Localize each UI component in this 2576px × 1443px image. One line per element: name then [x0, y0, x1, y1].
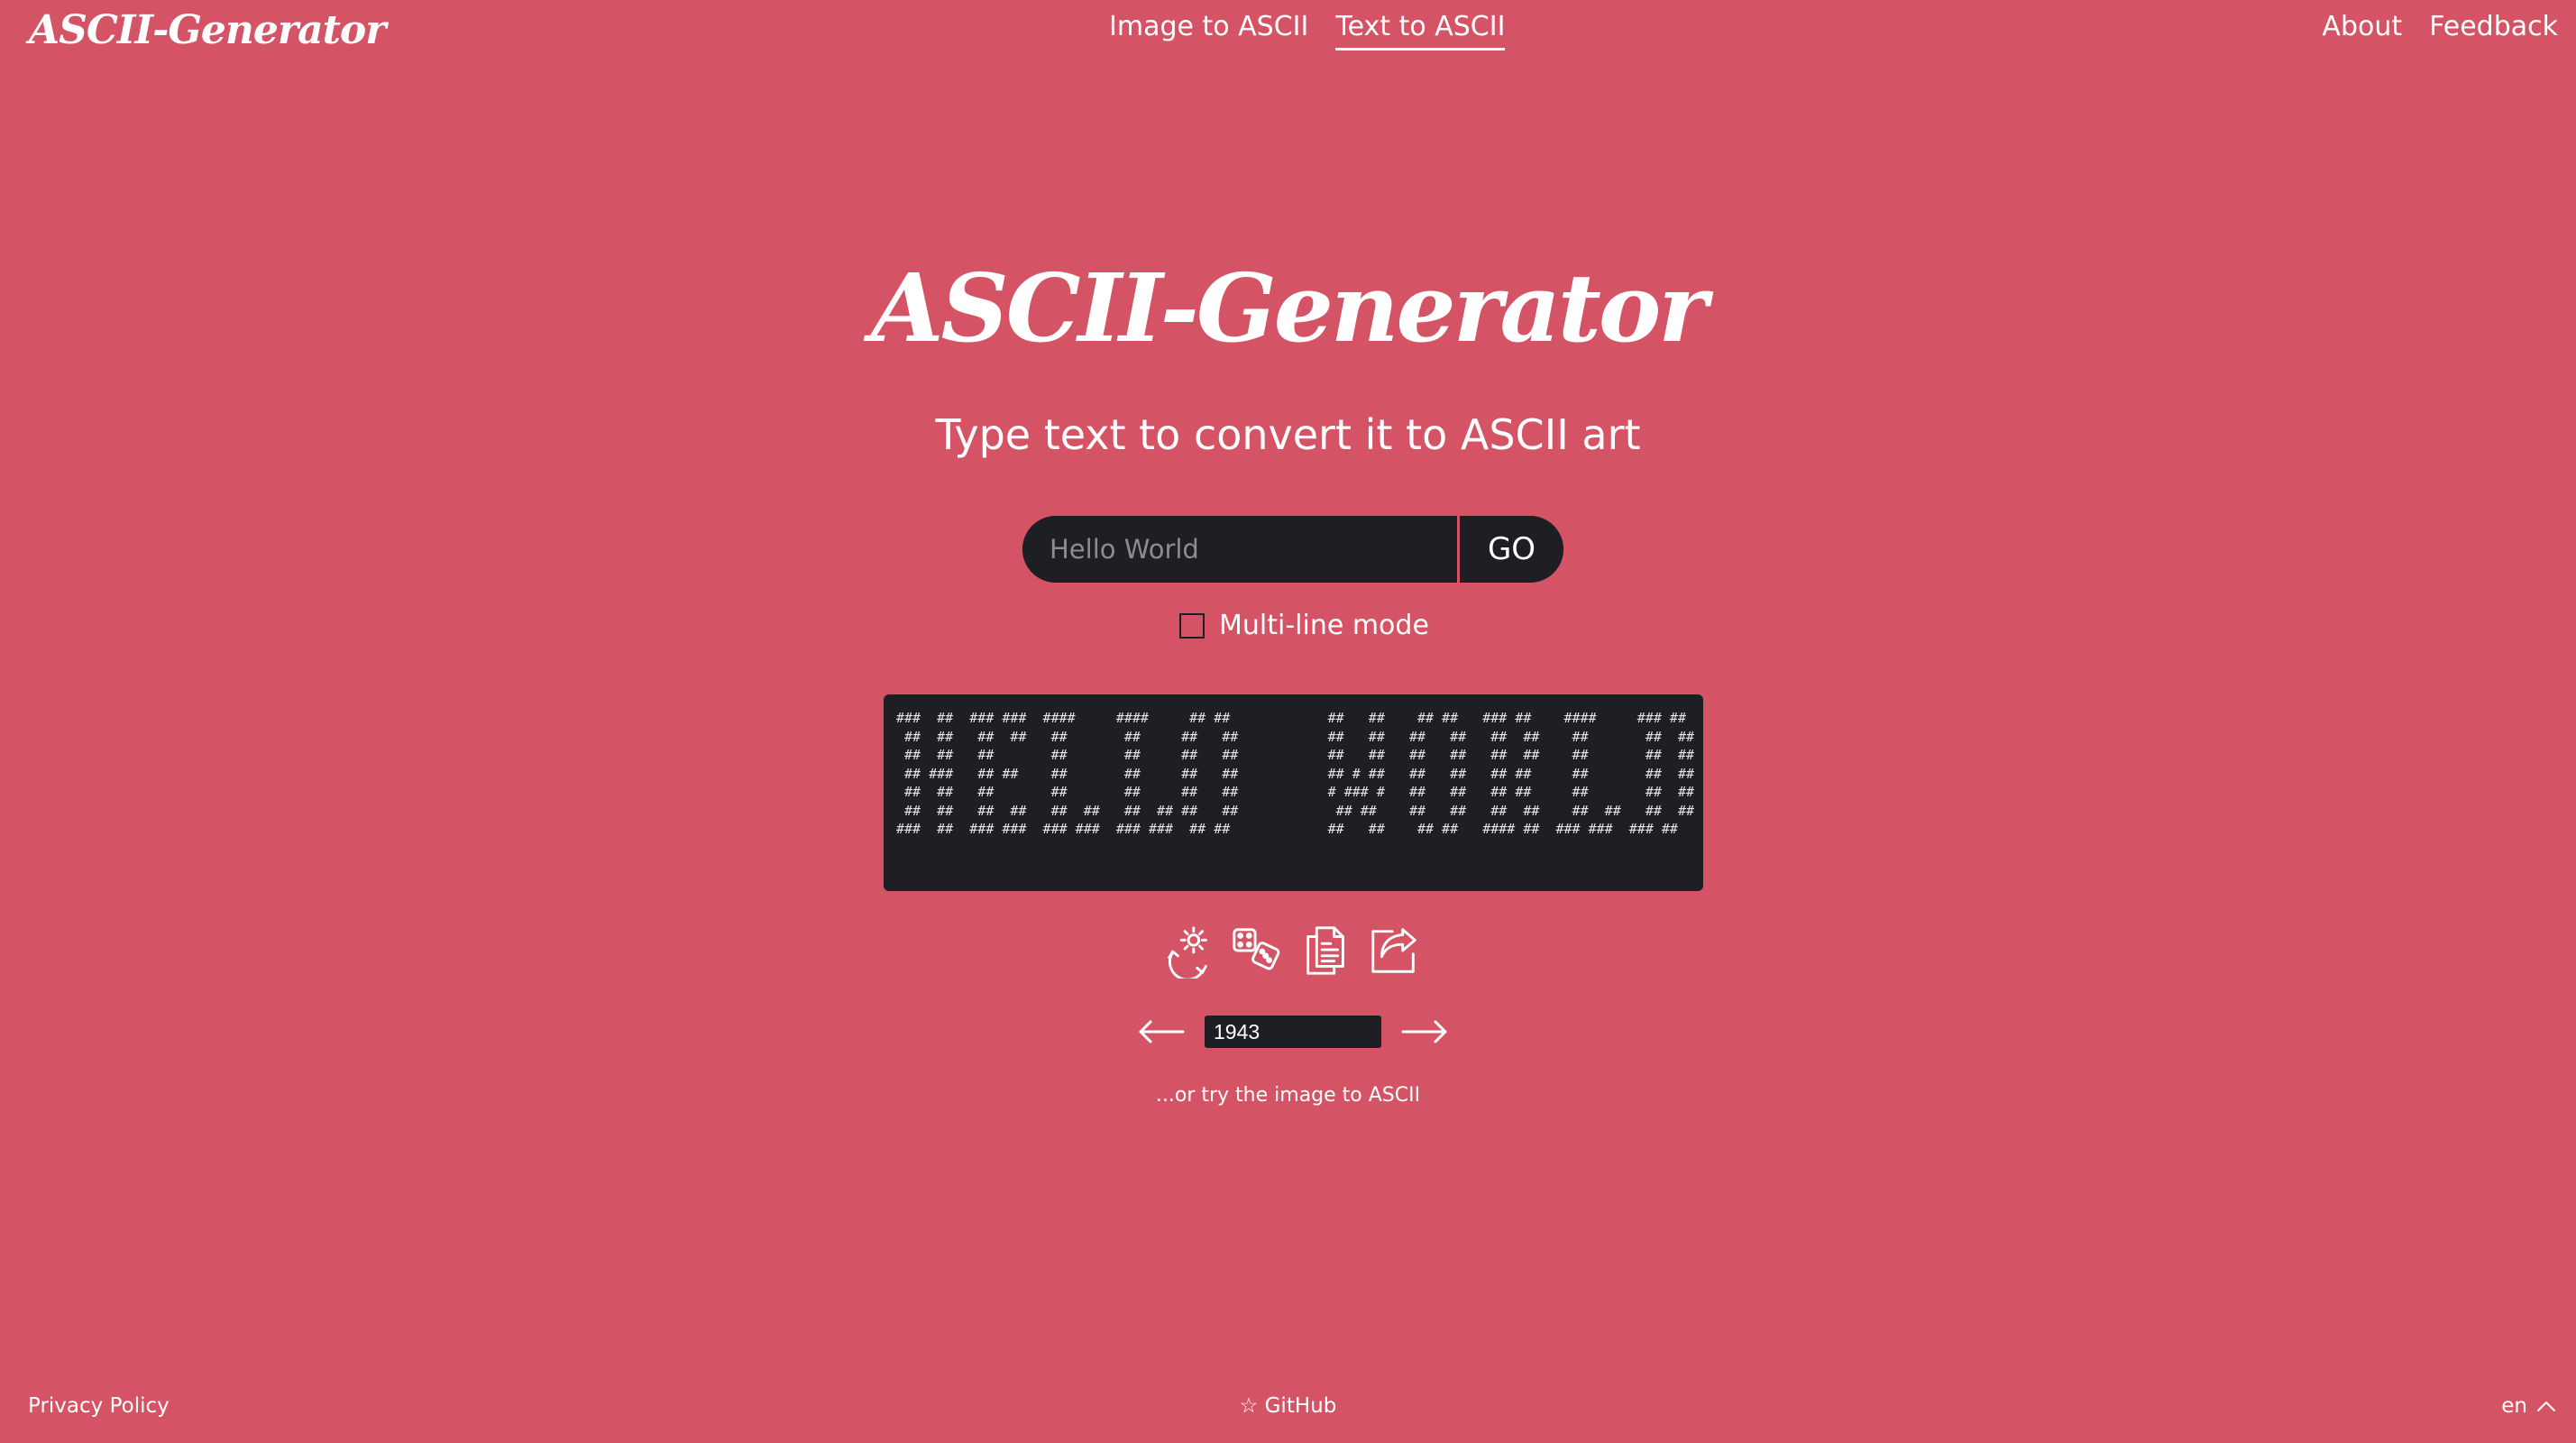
- multiline-checkbox[interactable]: [1179, 612, 1205, 639]
- nav-text-to-ascii[interactable]: Text to ASCII: [1335, 11, 1506, 51]
- multiline-toggle[interactable]: Multi-line mode: [1179, 610, 1429, 641]
- arrow-right-icon: [1401, 1020, 1447, 1043]
- text-input[interactable]: [1022, 516, 1457, 583]
- copy-icon: [1306, 926, 1344, 975]
- language-selector[interactable]: en: [2501, 1394, 2556, 1418]
- settings-icon: [1168, 926, 1207, 979]
- page-subtitle: Type text to convert it to ASCII art: [935, 410, 1641, 459]
- multiline-label: Multi-line mode: [1219, 610, 1429, 641]
- try-image-link[interactable]: ...or try the image to ASCII: [0, 1084, 2576, 1107]
- text-input-bar: GO: [1022, 516, 1563, 583]
- logo[interactable]: ASCII-Generator: [29, 7, 386, 53]
- go-button[interactable]: GO: [1457, 516, 1563, 583]
- ascii-art-text: ### ## ### ### #### #### ## ## ## ## ## …: [896, 710, 1695, 837]
- secondary-nav: About Feedback: [2322, 11, 2558, 42]
- privacy-policy-link[interactable]: Privacy Policy: [28, 1394, 170, 1418]
- share-button[interactable]: [1365, 922, 1423, 979]
- share-icon: [1371, 928, 1416, 973]
- language-label: en: [2501, 1394, 2527, 1418]
- main-nav: Image to ASCII Text to ASCII: [1109, 11, 1506, 51]
- page-title: ASCII-Generator: [870, 253, 1708, 363]
- settings-button[interactable]: [1160, 922, 1217, 979]
- ascii-output: ### ## ### ### #### #### ## ## ## ## ## …: [884, 694, 1703, 891]
- copy-button[interactable]: [1297, 922, 1354, 979]
- font-name-input[interactable]: [1205, 1016, 1381, 1048]
- font-selector: [1138, 1014, 1448, 1050]
- next-font-button[interactable]: [1401, 1014, 1448, 1050]
- random-button[interactable]: [1228, 922, 1286, 979]
- github-link[interactable]: ☆ GitHub: [1240, 1394, 1337, 1418]
- nav-feedback[interactable]: Feedback: [2429, 11, 2558, 42]
- chevron-up-icon: [2537, 1402, 2555, 1411]
- prev-font-button[interactable]: [1138, 1014, 1185, 1050]
- action-bar: [1160, 922, 1423, 979]
- dice-icon: [1233, 928, 1280, 970]
- footer-center: ☆ GitHub: [0, 1394, 2576, 1418]
- arrow-left-icon: [1139, 1020, 1185, 1043]
- nav-about[interactable]: About: [2322, 11, 2402, 42]
- nav-image-to-ascii[interactable]: Image to ASCII: [1109, 11, 1308, 51]
